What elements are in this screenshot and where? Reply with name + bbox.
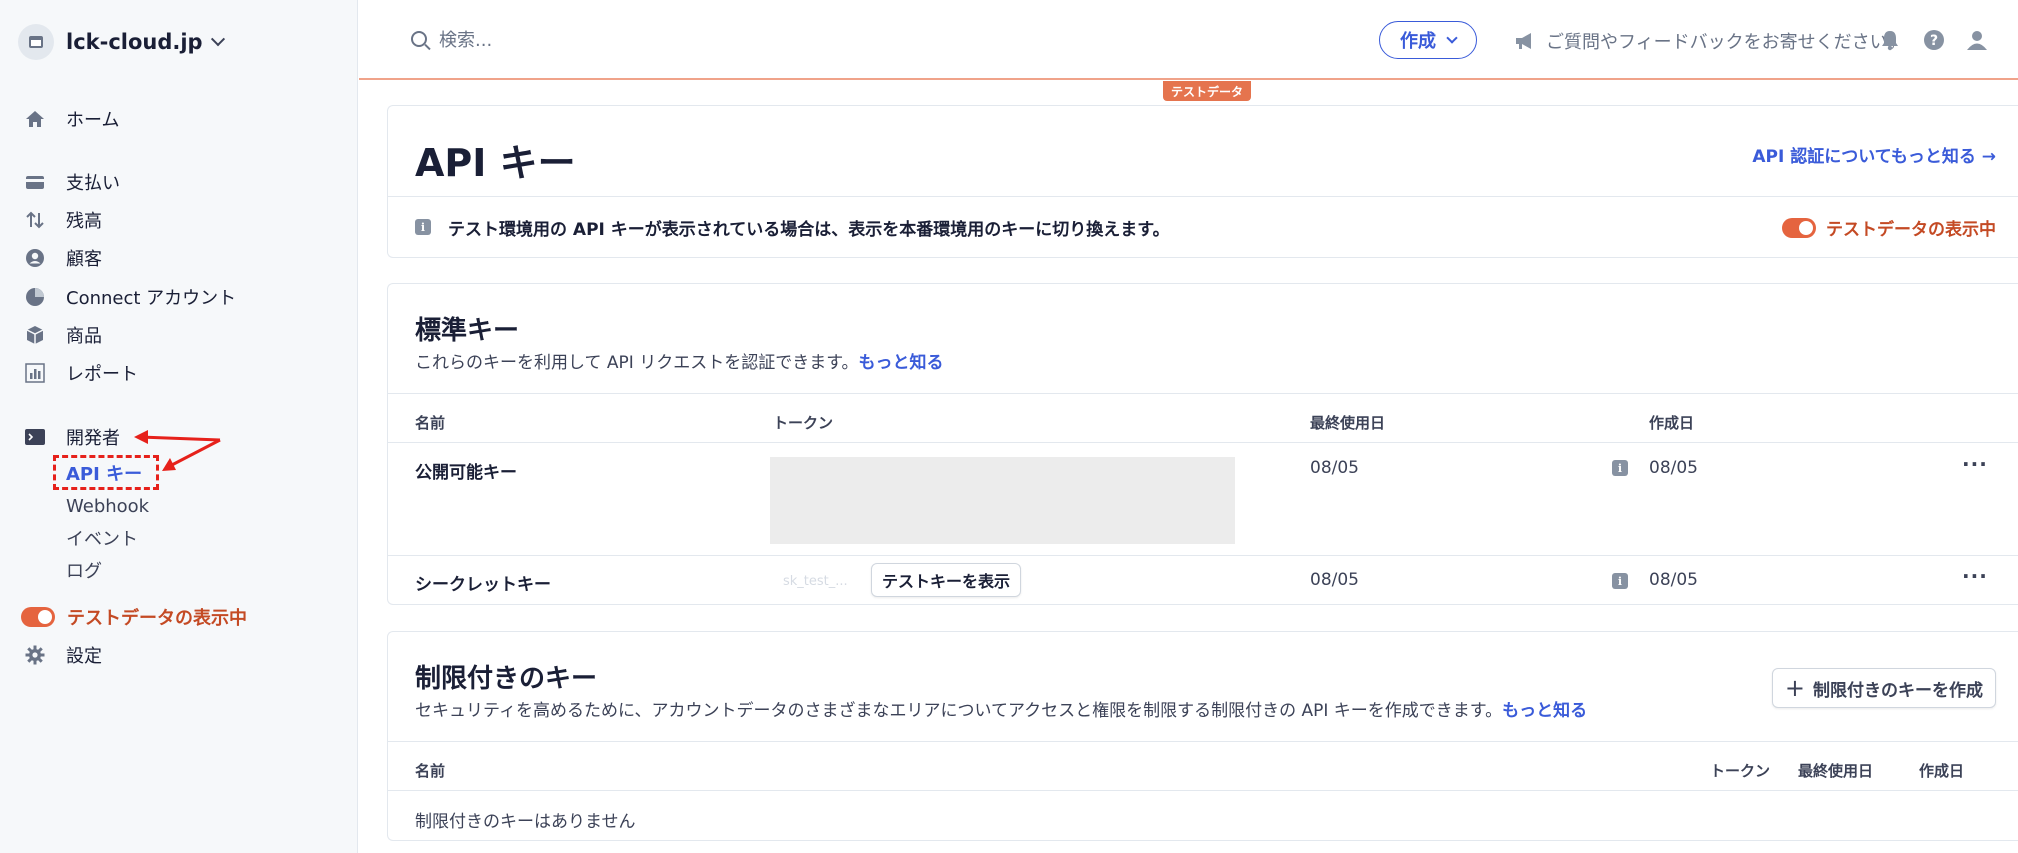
sidebar-item-label: 設定 [66, 646, 102, 667]
sidebar-subitem-events[interactable]: イベント [66, 524, 138, 552]
empty-state-text: 制限付きのキーはありません [415, 812, 636, 832]
customers-icon [24, 247, 46, 269]
standard-keys-description: これらのキーを利用して API リクエストを認証できます。もっと知る [415, 348, 944, 373]
sidebar-item-customers[interactable]: 顧客 [24, 242, 102, 274]
annotation-arrow-icon [134, 430, 221, 471]
create-button[interactable]: 作成 [1379, 21, 1477, 59]
key-name-secret: シークレットキー [415, 575, 551, 595]
sidebar-item-label: レポート [66, 364, 138, 385]
terminal-icon [24, 426, 46, 448]
restricted-keys-card: 制限付きのキー セキュリティを高めるために、アカウントデータのさまざまなエリアに… [387, 631, 2018, 841]
api-auth-learn-more-link[interactable]: API 認証についてもっと知る → [1752, 142, 1996, 167]
restricted-keys-title: 制限付きのキー [415, 664, 598, 694]
sidebar-item-label: 支払い [66, 173, 120, 194]
chevron-down-icon [1446, 32, 1458, 44]
test-data-toggle[interactable]: テストデータの表示中 [21, 601, 247, 633]
sidebar-item-connect[interactable]: Connect アカウント [24, 281, 236, 313]
learn-more-link[interactable]: もっと知る [1502, 701, 1587, 721]
account-switcher[interactable]: lck-cloud.jp [18, 22, 225, 62]
header-test-data-toggle[interactable]: テストデータの表示中 [1782, 215, 1996, 240]
column-header-created: 作成日 [1649, 414, 1695, 432]
create-restricted-key-label: 制限付きのキーを作成 [1813, 680, 1983, 701]
column-header-token: トークン [773, 414, 834, 432]
create-button-label: 作成 [1400, 31, 1436, 52]
home-icon [24, 108, 46, 130]
sidebar-subitem-logs[interactable]: ログ [66, 556, 102, 584]
learn-more-link[interactable]: もっと知る [859, 353, 944, 373]
connect-icon [24, 286, 46, 308]
header-toggle-label: テストデータの表示中 [1826, 220, 1996, 240]
help-icon[interactable]: ? [1922, 28, 1946, 52]
products-icon [24, 324, 46, 346]
feedback-link[interactable]: ご質問やフィードバックをお寄せください。 [1514, 28, 1906, 54]
sidebar-item-payments[interactable]: 支払い [24, 166, 120, 198]
more-options-icon[interactable]: ··· [1962, 564, 1988, 588]
publishable-key-token-redacted [770, 457, 1235, 544]
description-text: セキュリティを高めるために、アカウントデータのさまざまなエリアについてアクセスと… [415, 701, 1503, 721]
created-date: 08/05 [1649, 570, 1698, 590]
standard-keys-card: 標準キー これらのキーを利用して API リクエストを認証できます。もっと知る … [387, 283, 2018, 605]
secret-key-token-hidden: sk_test_... [783, 574, 848, 589]
column-header-name: 名前 [415, 762, 446, 780]
sidebar-item-label: 顧客 [66, 249, 102, 270]
test-data-badge: テストデータ [1163, 81, 1252, 101]
column-header-last-used: 最終使用日 [1798, 762, 1874, 780]
api-keys-header-card: API キー API 認証についてもっと知る → i テスト環境用の API キ… [387, 105, 2018, 258]
toggle-switch[interactable] [21, 607, 55, 627]
search-icon [411, 31, 427, 47]
reveal-test-key-button[interactable]: テストキーを表示 [871, 563, 1022, 597]
restricted-keys-description: セキュリティを高めるために、アカウントデータのさまざまなエリアについてアクセスと… [415, 696, 1587, 721]
sidebar-item-balance[interactable]: 残高 [24, 204, 102, 236]
create-restricted-key-button[interactable]: + 制限付きのキーを作成 [1771, 668, 1996, 708]
gear-icon [24, 644, 46, 666]
sidebar-item-label: 残高 [66, 211, 102, 232]
sidebar-item-label: 商品 [66, 326, 102, 347]
search-input[interactable]: 検索... [439, 26, 492, 52]
sidebar-item-home[interactable]: ホーム [24, 103, 119, 135]
last-used-date: 08/05 [1310, 570, 1359, 590]
column-header-token: トークン [1710, 762, 1771, 780]
info-icon[interactable]: i [1612, 460, 1628, 476]
plus-icon: + [1784, 674, 1805, 702]
sidebar-item-settings[interactable]: 設定 [24, 639, 102, 671]
last-used-date: 08/05 [1310, 458, 1359, 478]
balance-icon [24, 209, 46, 231]
reports-icon [24, 362, 46, 384]
sidebar: lck-cloud.jp ホーム 支払い 残高 顧客 Connect アカウント [0, 0, 358, 853]
payments-icon [24, 171, 46, 193]
more-options-icon[interactable]: ··· [1962, 452, 1988, 476]
account-profile-icon[interactable] [1965, 28, 1989, 52]
svg-text:?: ? [1930, 33, 1938, 49]
sidebar-item-label: Connect アカウント [66, 288, 237, 309]
feedback-label: ご質問やフィードバックをお寄せください。 [1546, 32, 1906, 53]
chevron-down-icon [210, 32, 225, 47]
megaphone-icon [1516, 33, 1531, 49]
sidebar-item-products[interactable]: 商品 [24, 319, 102, 351]
account-name: lck-cloud.jp [66, 30, 203, 54]
test-mode-notice: テスト環境用の API キーが表示されている場合は、表示を本番環境用のキーに切り… [448, 220, 1170, 240]
search-bar[interactable]: 検索... [411, 26, 492, 52]
key-name-publishable: 公開可能キー [415, 463, 517, 483]
standard-keys-title: 標準キー [415, 316, 520, 346]
info-icon: i [415, 219, 431, 235]
sidebar-item-reports[interactable]: レポート [24, 357, 138, 389]
account-logo-icon [18, 24, 54, 60]
top-bar: 検索... 作成 ご質問やフィードバックをお寄せください。 ? [359, 0, 2018, 80]
description-text: これらのキーを利用して API リクエストを認証できます。 [415, 353, 859, 373]
column-header-name: 名前 [415, 414, 446, 432]
info-icon[interactable]: i [1612, 573, 1628, 589]
created-date: 08/05 [1649, 458, 1698, 478]
column-header-created: 作成日 [1919, 762, 1965, 780]
test-data-toggle-label: テストデータの表示中 [67, 608, 247, 629]
page-title: API キー [415, 141, 576, 185]
toggle-switch[interactable] [1782, 217, 1816, 238]
notifications-bell-icon[interactable] [1878, 28, 1902, 52]
sidebar-item-label: ホーム [66, 110, 120, 131]
sidebar-subitem-webhook[interactable]: Webhook [66, 492, 149, 520]
column-header-last-used: 最終使用日 [1310, 414, 1386, 432]
